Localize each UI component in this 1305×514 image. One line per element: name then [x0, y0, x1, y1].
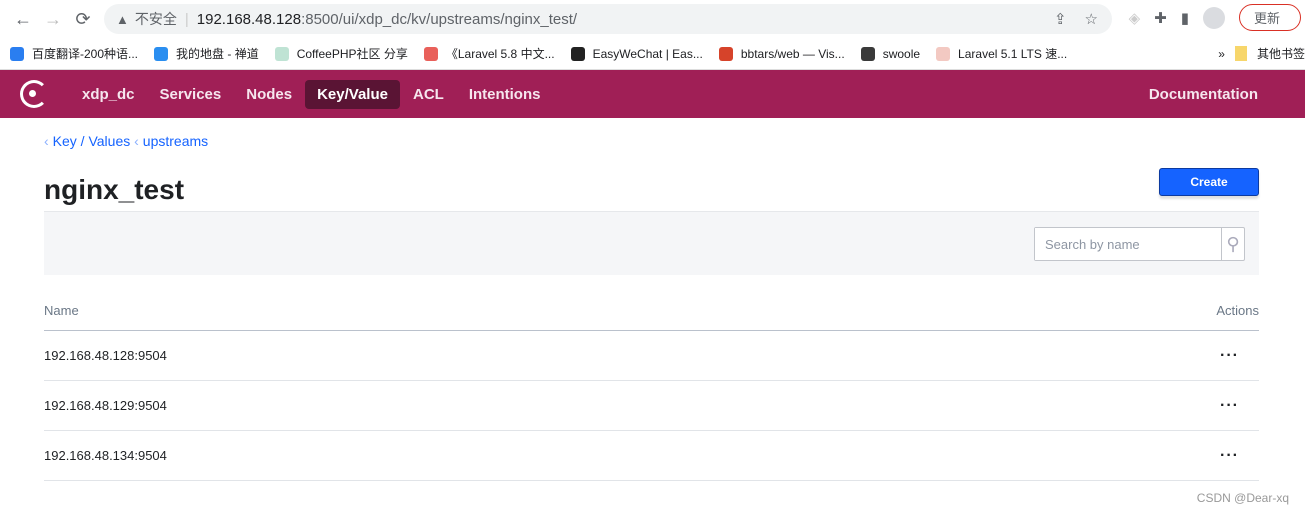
row-name[interactable]: 192.168.48.129:9504 — [44, 398, 167, 413]
search-box: ⚲ — [1034, 227, 1245, 261]
bookmark-favicon-icon — [860, 46, 875, 61]
update-button[interactable]: 更新 — [1238, 4, 1301, 31]
search-icon[interactable]: ⚲ — [1221, 228, 1244, 260]
watermark: CSDN @Dear-xq — [1196, 491, 1289, 505]
search-input[interactable] — [1035, 228, 1221, 260]
star-icon[interactable]: ☆ — [1085, 10, 1098, 28]
table-header: Name Actions — [44, 303, 1259, 331]
bookmark-favicon-icon — [936, 46, 951, 61]
nav-acl[interactable]: ACL — [401, 80, 456, 109]
url-host: 192.168.48.128 — [196, 10, 302, 28]
bookmark-item[interactable]: 百度翻译-200种语... — [10, 45, 138, 62]
chevron-left-icon: ‹ — [44, 133, 49, 149]
bookmark-label: 《Laravel 5.8 中文... — [445, 47, 555, 61]
bookmark-item[interactable]: 我的地盘 - 禅道 — [154, 45, 259, 62]
profile-avatar[interactable] — [1202, 6, 1225, 29]
folder-icon — [1234, 46, 1247, 61]
bookmark-favicon-icon — [718, 46, 733, 61]
bookmarks-bar: 百度翻译-200种语... 我的地盘 - 禅道 CoffeePHP社区 分享 《Lar… — [0, 38, 1305, 70]
table-row[interactable]: 192.168.48.134:9504 ··· — [44, 431, 1259, 481]
bookmark-favicon-icon — [570, 46, 585, 61]
insecure-label: 不安全 — [134, 11, 177, 27]
actions-menu-icon[interactable]: ··· — [1220, 447, 1259, 465]
other-bookmarks[interactable]: 其他书签 — [1257, 45, 1305, 62]
header-actions: Actions — [1216, 303, 1259, 318]
filter-bar: ⚲ — [44, 211, 1259, 275]
nav-documentation[interactable]: Documentation — [1137, 80, 1270, 109]
row-name[interactable]: 192.168.48.128:9504 — [44, 348, 167, 363]
bookmark-label: EasyWeChat | Eas... — [592, 46, 703, 61]
nav-services[interactable]: Services — [148, 80, 234, 109]
page-title: nginx_test — [44, 174, 185, 205]
nav-nodes[interactable]: Nodes — [234, 80, 304, 109]
bookmark-favicon-icon — [10, 46, 24, 61]
nav-datacenter[interactable]: xdp_dc — [70, 80, 147, 109]
bookmark-favicon-icon — [274, 46, 289, 61]
warning-icon: ▲ — [116, 11, 129, 27]
table-row[interactable]: 192.168.48.129:9504 ··· — [44, 381, 1259, 431]
bookmark-label: CoffeePHP社区 分享 — [296, 47, 408, 61]
bookmark-favicon-icon — [154, 46, 169, 61]
address-bar[interactable]: ▲ 不安全 | 192.168.48.128:8500/ui/xdp_dc/kv… — [104, 4, 1112, 34]
url-path: :8500/ui/xdp_dc/kv/upstreams/nginx_test/ — [301, 10, 578, 28]
bookmark-label: 我的地盘 - 禅道 — [176, 47, 259, 61]
breadcrumb-upstreams[interactable]: upstreams — [143, 133, 208, 149]
actions-menu-icon[interactable]: ··· — [1220, 397, 1259, 415]
actions-menu-icon[interactable]: ··· — [1220, 347, 1259, 365]
browser-toolbar: ← → ⟳ ▲ 不安全 | 192.168.48.128:8500/ui/xdp… — [0, 0, 1305, 38]
top-nav: xdp_dc Services Nodes Key/Value ACL Inte… — [0, 70, 1305, 118]
share-icon[interactable]: ⇪ — [1054, 10, 1067, 28]
nav-key-value[interactable]: Key/Value — [305, 79, 400, 109]
bookmark-label: swoole — [882, 46, 921, 61]
header-name: Name — [44, 303, 79, 318]
breadcrumb-key-values[interactable]: Key / Values — [53, 133, 131, 149]
bookmark-label: bbtars/web — Vis... — [740, 46, 845, 61]
reload-icon[interactable]: ⟳ — [68, 9, 98, 30]
bookmark-label: Laravel 5.1 LTS 速... — [958, 47, 1068, 61]
chevron-left-icon: ‹ — [134, 133, 139, 149]
bookmark-item[interactable]: bbtars/web — Vis... — [718, 46, 845, 61]
row-name[interactable]: 192.168.48.134:9504 — [44, 448, 167, 463]
create-button[interactable]: Create — [1159, 168, 1259, 196]
sidepanel-icon[interactable]: ▮ — [1181, 9, 1189, 27]
bookmark-item[interactable]: Laravel 5.1 LTS 速... — [936, 45, 1067, 62]
bookmark-favicon-icon — [423, 46, 438, 61]
back-icon[interactable]: ← — [8, 9, 38, 30]
extension-icon[interactable]: ◈ — [1129, 9, 1141, 27]
table-row[interactable]: 192.168.48.128:9504 ··· — [44, 331, 1259, 381]
breadcrumb: ‹ Key / Values ‹ upstreams — [44, 133, 208, 149]
bookmark-item[interactable]: 《Laravel 5.8 中文... — [423, 45, 555, 62]
bookmark-item[interactable]: EasyWeChat | Eas... — [570, 46, 703, 61]
consul-logo-icon[interactable] — [20, 80, 48, 108]
more-bookmarks[interactable]: » — [1218, 47, 1225, 61]
puzzle-icon[interactable]: ✚ — [1154, 9, 1167, 27]
bookmark-item[interactable]: swoole — [860, 46, 921, 61]
bookmark-item[interactable]: CoffeePHP社区 分享 — [274, 45, 408, 62]
forward-icon[interactable]: → — [38, 9, 68, 30]
bookmark-label: 百度翻译-200种语... — [32, 47, 139, 61]
nav-intentions[interactable]: Intentions — [457, 80, 553, 109]
divider: | — [184, 10, 189, 28]
